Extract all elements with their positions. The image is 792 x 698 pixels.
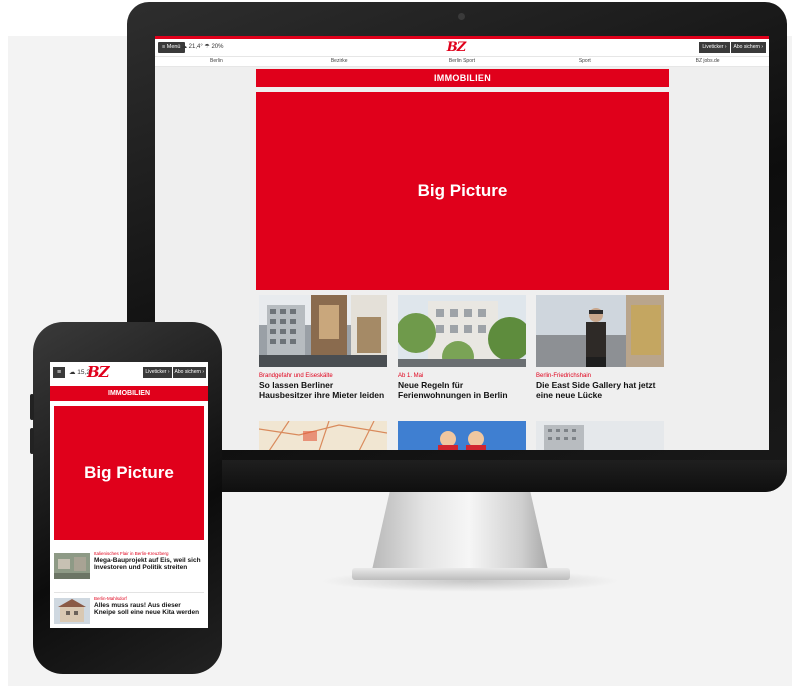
list-item-title[interactable]: Mega-Bauprojekt auf Eis, weil sich Inves… xyxy=(94,557,204,571)
monitor-stand-foot xyxy=(352,568,570,580)
nav-item-bezirke[interactable]: Bezirke xyxy=(278,57,401,66)
mobile-topbar: ≡ ☁ 15,2 BZ Liveticker › Abo sichern › xyxy=(50,362,208,383)
desktop-topbar-actions: Liveticker › Abo sichern › xyxy=(698,42,766,53)
desktop-nav: Berlin Bezirke Berlin Sport Sport BZ job… xyxy=(155,56,769,67)
mobile-liveticker-button[interactable]: Liveticker › xyxy=(143,367,172,378)
list-item-text: Italienisches Flair in Berlin-Kreuzberg … xyxy=(94,551,204,571)
mobile-screen: ≡ ☁ 15,2 BZ Liveticker › Abo sichern › I… xyxy=(50,362,208,628)
article-card[interactable]: Ab 1. Mai Neue Regeln für Ferienwohnunge… xyxy=(398,295,526,400)
desktop-bz-logo[interactable]: BZ xyxy=(441,39,471,56)
desktop-weather-widget: ☁ 21,4° ☂ 20% xyxy=(181,44,224,50)
article-card[interactable]: Berlin-Friedrichshain Die East Side Gall… xyxy=(536,295,664,400)
article-title[interactable]: Die East Side Gallery hat jetzt eine neu… xyxy=(536,380,664,400)
nav-item-sport[interactable]: Sport xyxy=(523,57,646,66)
nav-item-jobs[interactable]: BZ jobs.de xyxy=(646,57,769,66)
article-title[interactable]: Neue Regeln für Ferienwohnungen in Berli… xyxy=(398,380,526,400)
article-kicker: Berlin-Friedrichshain xyxy=(536,373,592,379)
desktop-screen: ≡ Menü ☁ 21,4° ☂ 20% BZ Liveticker › Abo… xyxy=(155,36,769,450)
gallery-wall-man-photo[interactable] xyxy=(536,295,664,367)
list-item-text: Berlin-Mahlsdorf Alles muss raus! Aus di… xyxy=(94,596,204,616)
list-divider xyxy=(54,592,204,593)
map-photo[interactable] xyxy=(259,421,387,450)
house-photo[interactable] xyxy=(54,598,90,624)
mobile-section-title: IMMOBILIEN xyxy=(50,386,208,401)
webcam-icon xyxy=(458,13,465,20)
nav-item-berlin-sport[interactable]: Berlin Sport xyxy=(401,57,524,66)
mobile-menu-button[interactable]: ≡ xyxy=(53,367,65,378)
desktop-abo-button[interactable]: Abo sichern › xyxy=(730,42,766,53)
people-photo[interactable] xyxy=(398,421,526,450)
article-kicker: Brandgefahr und Eiseskälte xyxy=(259,373,333,379)
article-kicker: Ab 1. Mai xyxy=(398,373,424,379)
desktop-topbar: ≡ Menü ☁ 21,4° ☂ 20% BZ Liveticker › Abo… xyxy=(155,36,769,56)
mobile-big-picture[interactable]: Big Picture xyxy=(54,406,204,540)
mobile-topbar-actions: Liveticker › Abo sichern › xyxy=(142,367,206,378)
article-card[interactable]: Brandgefahr und Eiseskälte So lassen Ber… xyxy=(259,295,387,400)
desktop-liveticker-button[interactable]: Liveticker › xyxy=(699,42,730,53)
desktop-section-title: IMMOBILIEN xyxy=(256,69,669,87)
monitor-stand-neck xyxy=(372,492,548,570)
desktop-big-picture[interactable]: Big Picture xyxy=(256,92,669,290)
article-title[interactable]: So lassen Berliner Hausbesitzer ihre Mie… xyxy=(259,380,387,400)
street-facade-photo[interactable] xyxy=(398,295,526,367)
monitor-chin xyxy=(127,460,787,492)
phone-volume-button xyxy=(30,428,34,454)
mobile-bz-logo[interactable]: BZ xyxy=(87,362,110,383)
building-interior-photo[interactable] xyxy=(259,295,387,367)
phone-volume-button xyxy=(30,394,34,420)
list-item[interactable]: Italienisches Flair in Berlin-Kreuzberg … xyxy=(54,551,204,591)
nav-item-berlin[interactable]: Berlin xyxy=(155,57,278,66)
aerial-photo[interactable] xyxy=(54,553,90,579)
list-item[interactable]: Berlin-Mahlsdorf Alles muss raus! Aus di… xyxy=(54,596,204,628)
mobile-abo-button[interactable]: Abo sichern › xyxy=(172,367,206,378)
list-item-title[interactable]: Alles muss raus! Aus dieser Kneipe soll … xyxy=(94,602,204,616)
highrise-photo[interactable] xyxy=(536,421,664,450)
